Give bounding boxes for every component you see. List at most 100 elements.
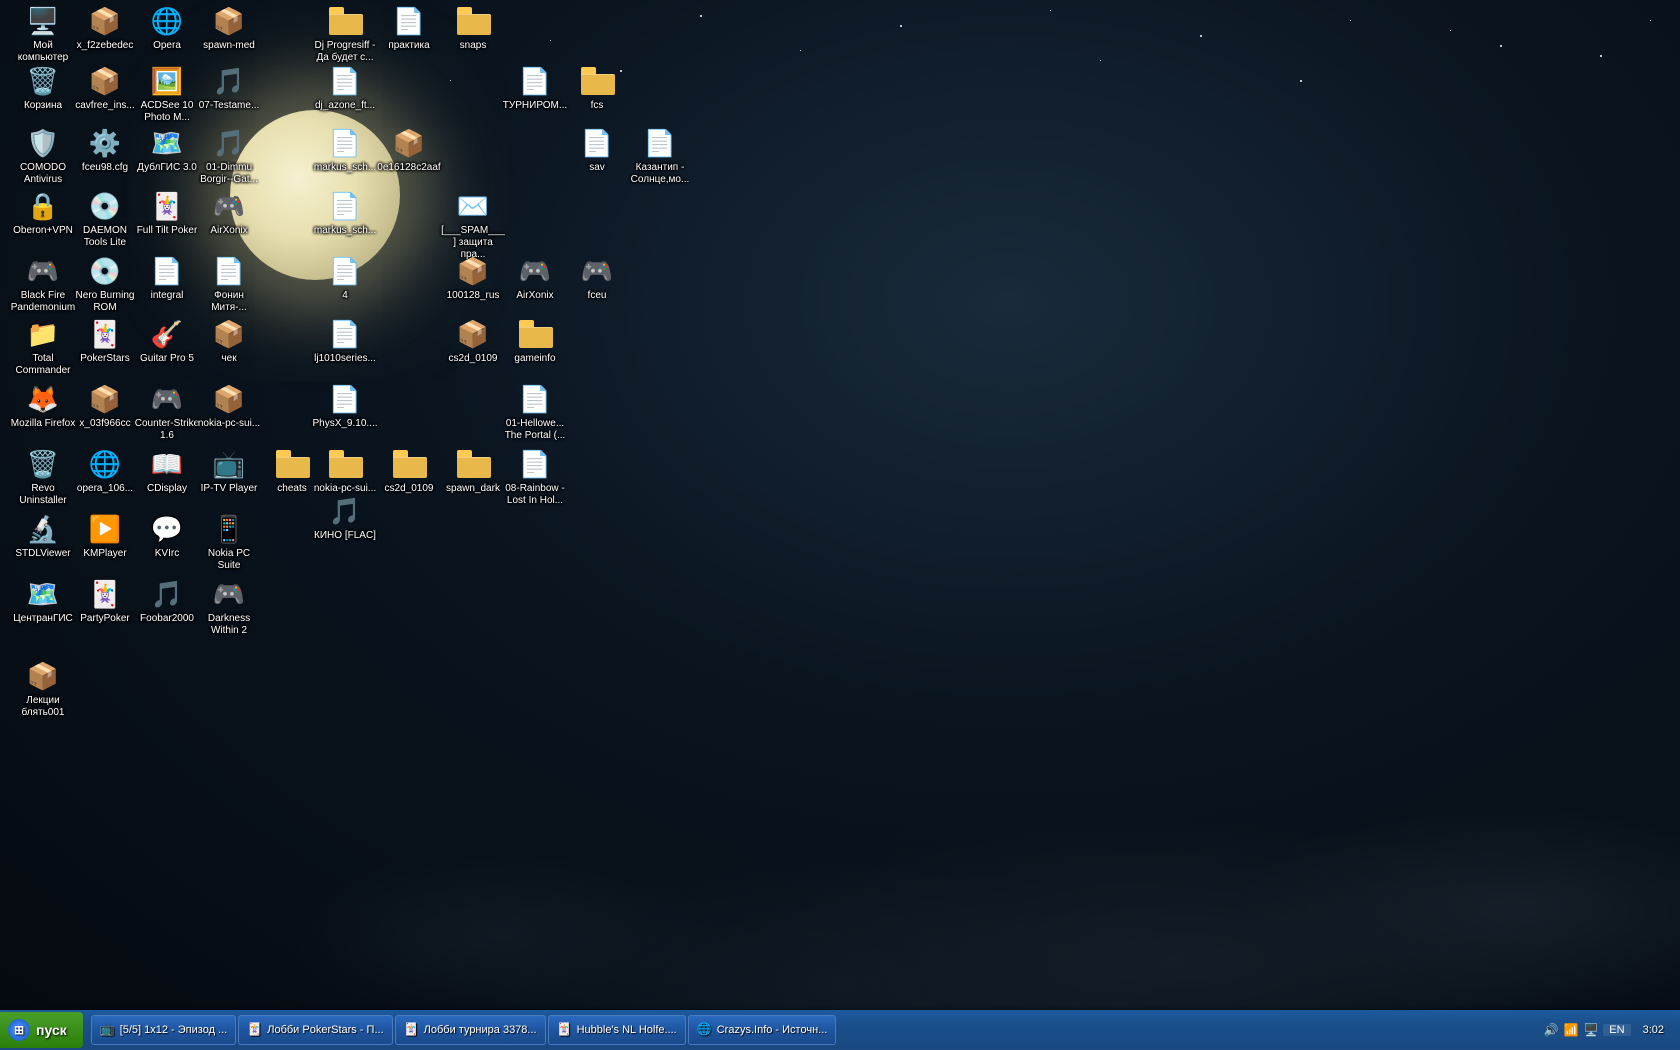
desktop-icon-sav[interactable]: 📄sav	[562, 127, 632, 175]
desktop-icon-fceu[interactable]: 🎮fceu	[562, 255, 632, 303]
desktop-icon-100128-rus[interactable]: 📦100128_rus	[438, 255, 508, 303]
desktop-icon-x-f2zebedec[interactable]: 📦x_f2zebedec	[70, 5, 140, 53]
desktop-icon-fcs[interactable]: fcs	[562, 65, 632, 113]
desktop-icon-praktika[interactable]: 📄практика	[374, 5, 444, 53]
desktop-icon-mozilla-firefox[interactable]: 🦊Mozilla Firefox	[8, 383, 78, 431]
icon-label-kvirc: KVIrc	[153, 547, 181, 561]
desktop-icon-centralgis[interactable]: 🗺️ЦентранГИС	[8, 578, 78, 626]
desktop-icon-darkness-within[interactable]: 🎮Darkness Within 2	[194, 578, 264, 638]
desktop-icon-pokerstars[interactable]: 🃏PokerStars	[70, 318, 140, 366]
desktop-icon-my-computer[interactable]: 🖥️Мой компьютер	[8, 5, 78, 65]
desktop-icon-0e16128c2aaf[interactable]: 📦0e16128c2aaf	[374, 127, 444, 175]
desktop-icon-airxonix[interactable]: 🎮 AirXonix	[194, 190, 264, 238]
desktop-icon-snaps[interactable]: snaps	[438, 5, 508, 53]
desktop-icon-kvirc[interactable]: 💬KVIrc	[132, 513, 202, 561]
desktop-icon-01-hellowe[interactable]: 📄01-Hellowe... The Portal (...	[500, 383, 570, 443]
taskbar-app-2[interactable]: 🃏 Лобби PokerStars - П...	[238, 1015, 392, 1045]
tray-icon-display[interactable]: 🖥️	[1583, 1022, 1599, 1038]
desktop-icon-fonin-mitya[interactable]: 📄Фонин Митя-...	[194, 255, 264, 315]
desktop-icon-airxonix2[interactable]: 🎮AirXonix	[500, 255, 570, 303]
desktop-icon-foobar2000[interactable]: 🎵Foobar2000	[132, 578, 202, 626]
icon-image-4-file: 📄	[329, 255, 361, 287]
icon-image-snaps	[457, 5, 489, 37]
icon-label-korzina: Корзина	[22, 99, 64, 113]
icon-label-cs2d-0109-2: cs2d_0109	[383, 482, 436, 496]
desktop-icon-revo[interactable]: 🗑️Revo Uninstaller	[8, 448, 78, 508]
desktop-icon-opera[interactable]: 🌐Opera	[132, 5, 202, 53]
icon-label-opera: Opera	[151, 39, 183, 53]
icon-label-pokerstars: PokerStars	[78, 352, 131, 366]
desktop-icon-gameinfo[interactable]: gameinfo	[500, 318, 570, 366]
taskbar-app-3[interactable]: 🃏 Лобби турнира 3378...	[395, 1015, 546, 1045]
desktop-icon-4-file[interactable]: 📄4	[310, 255, 380, 303]
icon-label-100128-rus: 100128_rus	[445, 289, 502, 303]
desktop-icon-cdisplay[interactable]: 📖CDisplay	[132, 448, 202, 496]
desktop-icons-area: 🖥️Мой компьютер📦x_f2zebedec🌐Opera📦spawn-…	[0, 0, 1680, 1010]
desktop-icon-lekcii[interactable]: 📦Лекции блять001	[8, 660, 78, 720]
desktop-icon-dj-azone-ft[interactable]: 📄dj_azone_ft...	[310, 65, 380, 113]
desktop-icon-spawn-med[interactable]: 📦spawn-med	[194, 5, 264, 53]
icon-image-oberon-vpn: 🔒	[27, 190, 59, 222]
desktop-icon-turniromi[interactable]: 📄ТУРНИРОМ...	[500, 65, 570, 113]
tray-icon-network[interactable]: 📶	[1563, 1022, 1579, 1038]
desktop-icon-counter-strike[interactable]: 🎮Counter-Strike 1.6	[132, 383, 202, 443]
desktop-icon-kino-flac[interactable]: 🎵КИНО [FLAC]	[310, 495, 380, 543]
desktop-icon-nero-burning[interactable]: 💿Nero Burning ROM	[70, 255, 140, 315]
desktop-icon-opera-106[interactable]: 🌐opera_106...	[70, 448, 140, 496]
desktop-icon-fceu98[interactable]: ⚙️fceu98.cfg	[70, 127, 140, 175]
desktop-icon-partypoker[interactable]: 🃏PartyPoker	[70, 578, 140, 626]
icon-image-cs2d-0109-2	[393, 448, 425, 480]
desktop-icon-stdlviewer[interactable]: 🔬STDLViewer	[8, 513, 78, 561]
desktop-icon-kmplayer[interactable]: ▶️KMPlayer	[70, 513, 140, 561]
desktop-icon-chek[interactable]: 📦 чек	[194, 318, 264, 366]
desktop-icon-08-rainbow[interactable]: 📄08-Rainbow - Lost In Hol...	[500, 448, 570, 508]
desktop-icon-kazantin[interactable]: 📄Казантип - Солнце,мо...	[625, 127, 695, 187]
desktop-icon-physx[interactable]: 📄PhysX_9.10....	[310, 383, 380, 431]
icon-image-total-commander: 📁	[27, 318, 59, 350]
desktop-icon-ip-tv-player[interactable]: 📺IP-TV Player	[194, 448, 264, 496]
start-icon: ⊞	[8, 1019, 30, 1041]
tray-icon-sound[interactable]: 🔊	[1543, 1022, 1559, 1038]
desktop-icon-markus-sch2[interactable]: 📄markus_sch...	[310, 190, 380, 238]
desktop-icon-cs2d-0109[interactable]: 📦cs2d_0109	[438, 318, 508, 366]
desktop-icon-korzina[interactable]: 🗑️Корзина	[8, 65, 78, 113]
taskbar-app-5[interactable]: 🌐 Crazys.Info - Источн...	[688, 1015, 837, 1045]
system-clock: 3:02	[1635, 1024, 1672, 1036]
desktop-icon-07-testame[interactable]: 🎵07-Testame...	[194, 65, 264, 113]
icon-image-acdsee: 🖼️	[151, 65, 183, 97]
start-button[interactable]: ⊞ пуск	[0, 1012, 83, 1048]
taskbar-app-5-label: Crazys.Info - Источн...	[717, 1024, 828, 1036]
icon-image-airxonix: 🎮	[213, 190, 245, 222]
desktop-icon-black-fire[interactable]: 🎮Black Fire Pandemonium	[8, 255, 78, 315]
taskbar-app-1[interactable]: 📺 [5/5] 1x12 - Эпизод ...	[91, 1015, 237, 1045]
desktop-icon-nokia-pc-sui2[interactable]: nokia-pc-sui...	[310, 448, 380, 496]
desktop-icon-spam-zaschita[interactable]: ✉️[___SPAM___] защита пра...	[438, 190, 508, 262]
desktop-icon-dj-progresiff[interactable]: Dj Progresiff - Да будет с...	[310, 5, 380, 65]
desktop-icon-integral[interactable]: 📄integral	[132, 255, 202, 303]
desktop-icon-cavfree-ins[interactable]: 📦cavfree_ins...	[70, 65, 140, 113]
icon-label-fceu98: fceu98.cfg	[80, 161, 130, 175]
desktop-icon-full-tilt-poker[interactable]: 🃏Full Tilt Poker	[132, 190, 202, 238]
taskbar-app-4[interactable]: 🃏 Hubble's NL Holfe....	[548, 1015, 686, 1045]
desktop-icon-x-03f966cc[interactable]: 📦x_03f966cc	[70, 383, 140, 431]
desktop-icon-daemon-tools[interactable]: 💿DAEMON Tools Lite	[70, 190, 140, 250]
desktop-icon-nokia-pc-sui[interactable]: 📦nokia-pc-sui...	[194, 383, 264, 431]
desktop-icon-spawn-dark[interactable]: spawn_dark	[438, 448, 508, 496]
icon-image-chek: 📦	[213, 318, 245, 350]
desktop-icon-total-commander[interactable]: 📁Total Commander	[8, 318, 78, 378]
icon-label-airxonix: AirXonix	[208, 224, 249, 238]
desktop-icon-markus-sch1[interactable]: 📄markus_sch...	[310, 127, 380, 175]
desktop-icon-nokia-pc-suite[interactable]: 📱Nokia PC Suite	[194, 513, 264, 573]
desktop-icon-guitar-pro[interactable]: 🎸Guitar Pro 5	[132, 318, 202, 366]
desktop-icon-acdsee[interactable]: 🖼️ACDSee 10 Photo M...	[132, 65, 202, 125]
desktop-icon-lj1010series[interactable]: 📄lj1010series...	[310, 318, 380, 366]
desktop-icon-dublyagis[interactable]: 🗺️ДублГИС 3.0	[132, 127, 202, 175]
desktop-icon-cs2d-0109-2[interactable]: cs2d_0109	[374, 448, 444, 496]
icon-label-chek: чек	[219, 352, 238, 366]
language-indicator[interactable]: EN	[1603, 1024, 1630, 1036]
desktop-icon-01-dimmu[interactable]: 🎵01-Dimmu Borgir--Gat...	[194, 127, 264, 187]
desktop-icon-comodo[interactable]: 🛡️COMODO Antivirus	[8, 127, 78, 187]
icon-image-foobar2000: 🎵	[151, 578, 183, 610]
taskbar-app-3-icon: 🃏	[404, 1022, 420, 1038]
desktop-icon-oberon-vpn[interactable]: 🔒Oberon+VPN	[8, 190, 78, 238]
